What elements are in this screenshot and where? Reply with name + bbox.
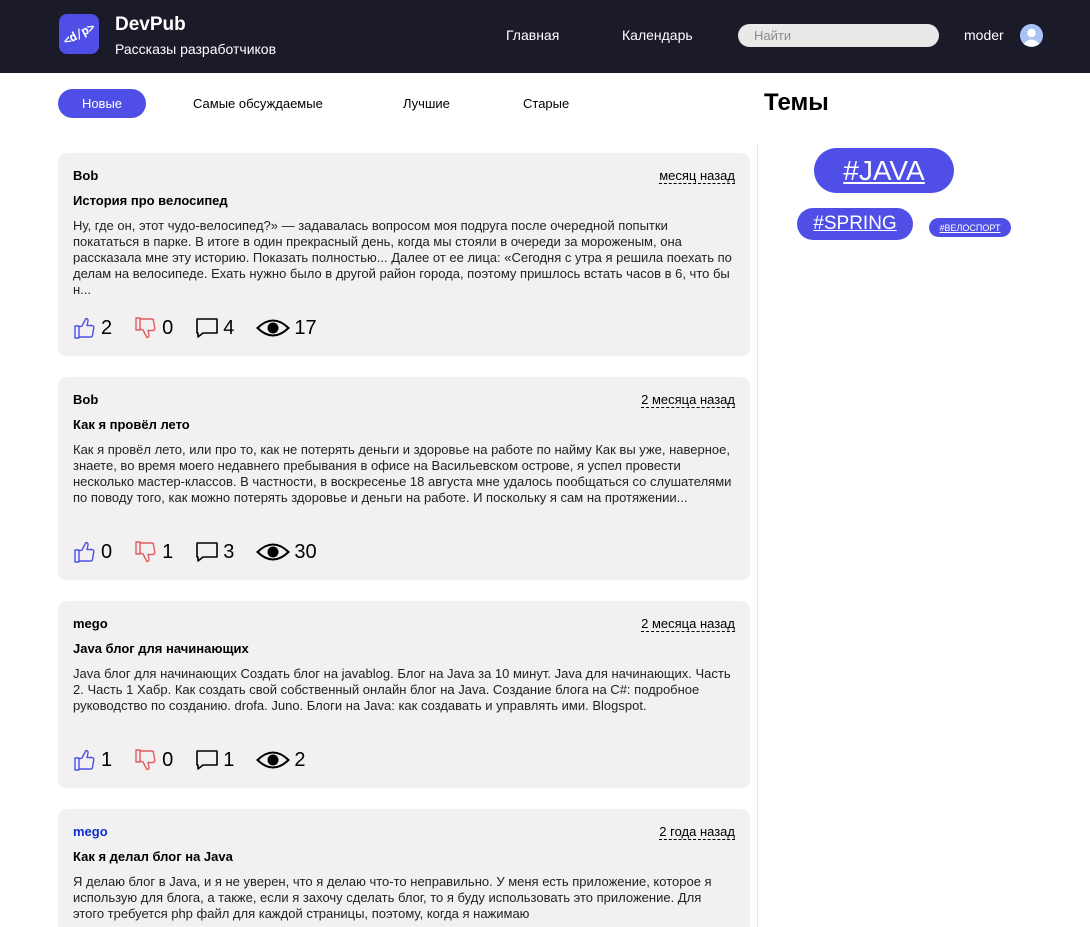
dislike-stat[interactable]: 0 [134,748,173,772]
tab-most-discussed[interactable]: Самые обсуждаемые [193,89,323,118]
nav-calendar-link[interactable]: Календарь [622,27,693,43]
like-count: 1 [101,748,113,771]
post-date: месяц назад [659,168,735,184]
like-count: 2 [101,316,113,339]
brand-title[interactable]: DevPub [115,14,186,36]
views-icon [256,319,291,337]
tag-spring[interactable]: #SPRING [797,208,913,240]
views-stat: 2 [256,748,306,772]
views-stat: 17 [256,316,317,340]
dislike-count: 0 [162,748,174,771]
post-card[interactable]: mego 2 месяца назад Java блог для начина… [58,601,750,788]
dislike-icon [135,749,156,771]
views-count: 17 [294,316,317,339]
post-title[interactable]: Как я провёл лето [73,417,190,432]
post-card[interactable]: mego 2 года назад Как я делал блог на Ja… [58,809,750,927]
post-title[interactable]: История про велосипед [73,193,228,208]
column-divider [757,145,758,927]
nav-home-link[interactable]: Главная [506,27,559,43]
post-author[interactable]: Bob [73,168,98,183]
search-input[interactable] [738,24,939,47]
post-author[interactable]: Bob [73,392,98,407]
dislike-icon [135,317,156,339]
like-icon [74,541,95,563]
views-icon [256,543,291,561]
views-icon [256,751,291,769]
comment-icon [196,318,219,338]
comment-count: 3 [223,540,235,563]
comment-count: 4 [223,316,235,339]
views-stat: 30 [256,540,317,564]
logo-icon[interactable]: <d/p> [59,14,99,54]
like-stat[interactable]: 0 [73,540,112,564]
like-count: 0 [101,540,113,563]
post-text: Ну, где он, этот чудо-велосипед?» — зада… [73,218,732,297]
post-title[interactable]: Как я делал блог на Java [73,849,233,864]
post-title[interactable]: Java блог для начинающих [73,641,249,656]
dislike-stat[interactable]: 0 [134,316,173,340]
post-text: Java блог для начинающих Создать блог на… [73,666,731,713]
comment-stat[interactable]: 3 [195,540,234,564]
post-text: Я делаю блог в Java, и я не уверен, что … [73,874,712,921]
tag-cycling[interactable]: #ВЕЛОСПОРТ [929,218,1011,237]
comment-count: 1 [223,748,235,771]
like-icon [74,749,95,771]
like-icon [74,317,95,339]
header: <d/p> DevPub Рассказы разработчиков Глав… [0,0,1090,73]
dislike-count: 1 [162,540,174,563]
post-stats: 2 0 4 17 [73,313,339,343]
post-card[interactable]: Bob 2 месяца назад Как я провёл лето Как… [58,377,750,580]
like-stat[interactable]: 2 [73,316,112,340]
post-stats: 0 1 3 30 [73,537,339,567]
comment-icon [196,542,219,562]
views-count: 30 [294,540,317,563]
tab-new[interactable]: Новые [58,89,146,118]
avatar-icon[interactable] [1020,24,1043,47]
brand-subtitle: Рассказы разработчиков [115,41,277,57]
tab-old[interactable]: Старые [523,89,569,118]
like-stat[interactable]: 1 [73,748,112,772]
comment-stat[interactable]: 1 [195,748,234,772]
post-author[interactable]: mego [73,616,108,631]
post-stats: 1 0 1 2 [73,745,328,775]
post-date: 2 месяца назад [641,392,735,408]
logo-text: <d/p> [60,19,98,49]
dislike-count: 0 [162,316,174,339]
tag-java[interactable]: #JAVA [814,148,954,193]
dislike-icon [135,541,156,563]
post-card[interactable]: Bob месяц назад История про велосипед Ну… [58,153,750,356]
username[interactable]: moder [964,27,1004,43]
post-date: 2 месяца назад [641,616,735,632]
comment-stat[interactable]: 4 [195,316,234,340]
dislike-stat[interactable]: 1 [134,540,173,564]
tab-best[interactable]: Лучшие [403,89,450,118]
comment-icon [196,750,219,770]
post-text: Как я провёл лето, или про то, как не по… [73,442,732,505]
post-date: 2 года назад [659,824,735,840]
post-author[interactable]: mego [73,824,108,839]
views-count: 2 [294,748,306,771]
topics-title: Темы [764,89,829,116]
